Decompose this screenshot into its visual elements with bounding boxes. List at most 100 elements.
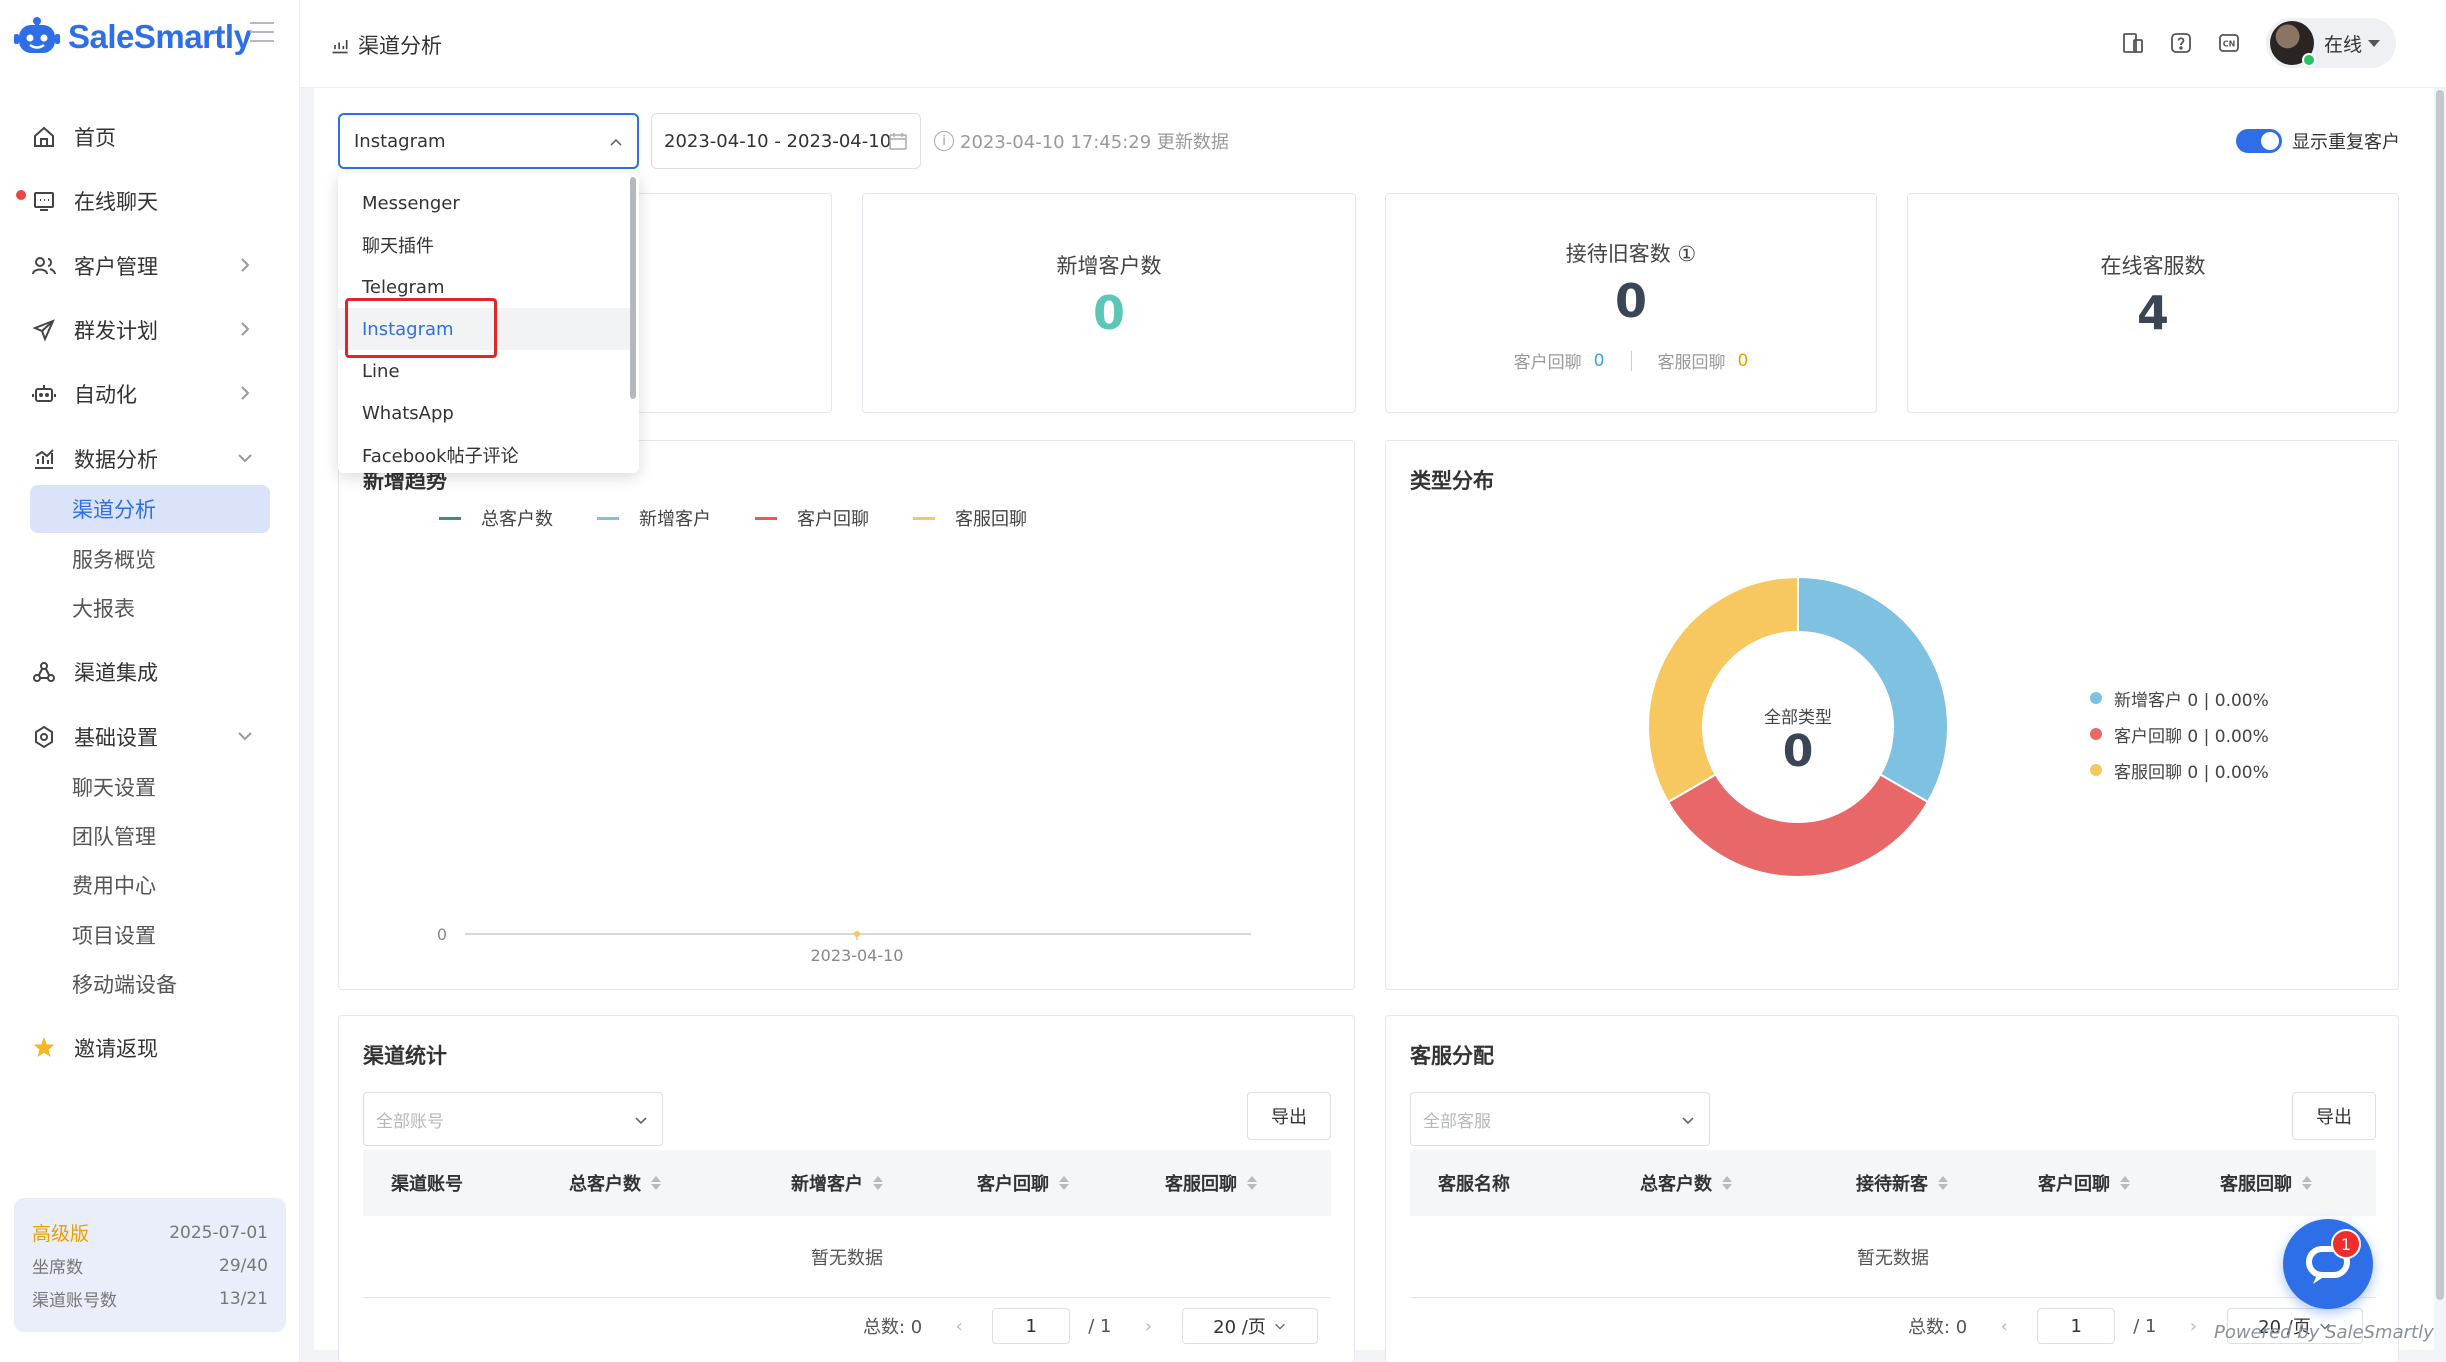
user-menu[interactable]: 在线 — [2266, 18, 2396, 68]
sort-icon[interactable] — [1938, 1176, 1948, 1190]
donut-slice-2[interactable] — [1666, 773, 1930, 878]
language-icon[interactable]: CN — [2212, 26, 2246, 60]
home-icon — [30, 123, 58, 151]
agent-filter-select[interactable]: 全部客服 — [1410, 1092, 1710, 1146]
prev-page-icon[interactable]: ‹ — [1989, 1316, 2019, 1337]
help-icon[interactable] — [2164, 26, 2198, 60]
nav-settings[interactable]: 基础设置 — [30, 713, 270, 761]
sub-big-report[interactable]: 大报表 — [30, 584, 270, 632]
donut-legend: 新增客户 0 | 0.00% 客户回聊 0 | 0.00% 客服回聊 0 | 0… — [2090, 680, 2269, 788]
next-page-icon[interactable]: › — [1134, 1316, 1164, 1337]
page-total: / 1 — [2133, 1315, 2157, 1337]
table-header: 客服名称 总客户数 接待新客 客户回聊 客服回聊 — [1410, 1150, 2376, 1216]
sort-icon[interactable] — [873, 1176, 883, 1190]
agent-filter-placeholder: 全部客服 — [1423, 1111, 1491, 1132]
data-point — [854, 931, 860, 937]
trend-card: 新增趋势 总客户数 新增客户 客户回聊 客服回聊 0 2023-04-10 — [338, 440, 1355, 990]
language-code: CN — [2223, 40, 2236, 49]
account-filter-select[interactable]: 全部账号 — [363, 1092, 663, 1146]
option-facebook-comments[interactable]: Facebook帖子评论 — [338, 434, 630, 473]
sub-billing[interactable]: 费用中心 — [30, 861, 270, 909]
donut-center-label: 全部类型 — [1764, 708, 1832, 728]
sub-mobile-devices[interactable]: 移动端设备 — [30, 960, 270, 1008]
stat-new-value: 0 — [1092, 286, 1125, 340]
stat-agents-value: 4 — [2136, 286, 2169, 340]
selection-highlight-box — [345, 298, 497, 358]
col-label: 客户回聊 — [2038, 1174, 2110, 1195]
sort-icon[interactable] — [2302, 1176, 2312, 1190]
nav-referral[interactable]: 邀请返现 — [30, 1024, 270, 1072]
col-customer-reply[interactable]: 客户回聊 — [977, 1170, 1069, 1196]
nav-integration-label: 渠道集成 — [74, 661, 158, 685]
page-input[interactable]: 1 — [992, 1308, 1071, 1344]
option-whatsapp[interactable]: WhatsApp — [338, 392, 630, 434]
sort-icon[interactable] — [651, 1176, 661, 1190]
menu-toggle-icon[interactable] — [250, 22, 274, 42]
channel-stats-card: 渠道统计 全部账号 导出 渠道账号 总客户数 新增客户 客户回聊 客服回聊 暂无… — [338, 1015, 1355, 1362]
nav-integration[interactable]: 渠道集成 — [30, 648, 270, 696]
col-agent-reply[interactable]: 客服回聊 — [2220, 1170, 2312, 1196]
date-range-picker[interactable]: 2023-04-10 - 2023-04-10 — [651, 113, 921, 169]
option-chat-plugin[interactable]: 聊天插件 — [338, 224, 630, 266]
col-label: 接待新客 — [1856, 1174, 1928, 1195]
agent-reply-label: 客服回聊 — [1657, 353, 1726, 373]
col-label: 客服名称 — [1438, 1174, 1510, 1195]
seats-value: 29/40 — [219, 1255, 268, 1276]
legend-row-customer-reply[interactable]: 客户回聊 0 | 0.00% — [2090, 716, 2269, 752]
col-customer-reply[interactable]: 客户回聊 — [2038, 1170, 2130, 1196]
sort-icon[interactable] — [1247, 1176, 1257, 1190]
device-icon[interactable] — [2116, 26, 2150, 60]
date-range-value: 2023-04-10 - 2023-04-10 — [664, 130, 892, 152]
col-agent-reply[interactable]: 客服回聊 — [1165, 1170, 1257, 1196]
chevron-right-icon — [241, 322, 250, 336]
nav-referral-label: 邀请返现 — [74, 1037, 158, 1061]
send-icon — [30, 316, 58, 344]
nav-analytics[interactable]: 数据分析 — [30, 435, 270, 483]
customer-reply-label: 客户回聊 — [1513, 353, 1582, 373]
account-filter-placeholder: 全部账号 — [376, 1111, 444, 1132]
export-button[interactable]: 导出 — [1247, 1092, 1331, 1140]
seats-label: 坐席数 — [32, 1258, 83, 1278]
nav-automation[interactable]: 自动化 — [30, 370, 270, 418]
nav-broadcast[interactable]: 群发计划 — [30, 306, 270, 354]
prev-page-icon[interactable]: ‹ — [944, 1316, 974, 1337]
logo[interactable]: SaleSmartly — [14, 14, 252, 60]
page-input[interactable]: 1 — [2037, 1308, 2116, 1344]
nav-settings-label: 基础设置 — [74, 726, 158, 750]
sub-service-overview[interactable]: 服务概览 — [30, 535, 270, 583]
repeat-customer-toggle[interactable] — [2236, 129, 2282, 153]
chat-widget-button[interactable] — [2283, 1219, 2373, 1309]
scrollbar-thumb[interactable] — [2436, 90, 2444, 1300]
col-new[interactable]: 新增客户 — [791, 1170, 883, 1196]
legend-row-agent-reply[interactable]: 客服回聊 0 | 0.00% — [2090, 752, 2269, 788]
page-size-select[interactable]: 20 /页 — [1181, 1308, 1318, 1344]
sub-chat-settings[interactable]: 聊天设置 — [30, 763, 270, 811]
chevron-down-icon — [238, 732, 252, 741]
col-total[interactable]: 总客户数 — [1640, 1170, 1732, 1196]
col-agent-name: 客服名称 — [1438, 1170, 1510, 1196]
nav-home[interactable]: 首页 — [30, 113, 270, 161]
top-bar: 渠道分析 CN 在线 — [300, 0, 2446, 88]
col-new-reception[interactable]: 接待新客 — [1856, 1170, 1948, 1196]
sort-icon[interactable] — [1059, 1176, 1069, 1190]
option-messenger[interactable]: Messenger — [338, 182, 630, 224]
col-total[interactable]: 总客户数 — [569, 1170, 661, 1196]
powered-by: Powered by SaleSmartly — [2214, 1322, 2434, 1343]
sub-channel-analysis[interactable]: 渠道分析 — [30, 485, 270, 533]
sub-team-management[interactable]: 团队管理 — [30, 812, 270, 860]
nav-customers[interactable]: 客户管理 — [30, 242, 270, 290]
gear-icon — [30, 723, 58, 751]
next-page-icon[interactable]: › — [2179, 1316, 2209, 1337]
divider — [1630, 350, 1632, 371]
page-size-value: 20 /页 — [1213, 1317, 1266, 1338]
sub-project-settings[interactable]: 项目设置 — [30, 911, 270, 959]
sort-icon[interactable] — [1722, 1176, 1732, 1190]
nav-chat[interactable]: 在线聊天 — [30, 177, 270, 225]
legend-row-new[interactable]: 新增客户 0 | 0.00% — [2090, 680, 2269, 716]
export-button[interactable]: 导出 — [2292, 1092, 2376, 1140]
agent-distribution-card: 客服分配 全部客服 导出 客服名称 总客户数 接待新客 客户回聊 客服回聊 暂无… — [1385, 1015, 2399, 1362]
sort-icon[interactable] — [2120, 1176, 2130, 1190]
channel-select[interactable]: Instagram — [338, 113, 639, 169]
col-label: 渠道账号 — [391, 1174, 463, 1195]
dropdown-scrollbar[interactable] — [630, 177, 636, 399]
